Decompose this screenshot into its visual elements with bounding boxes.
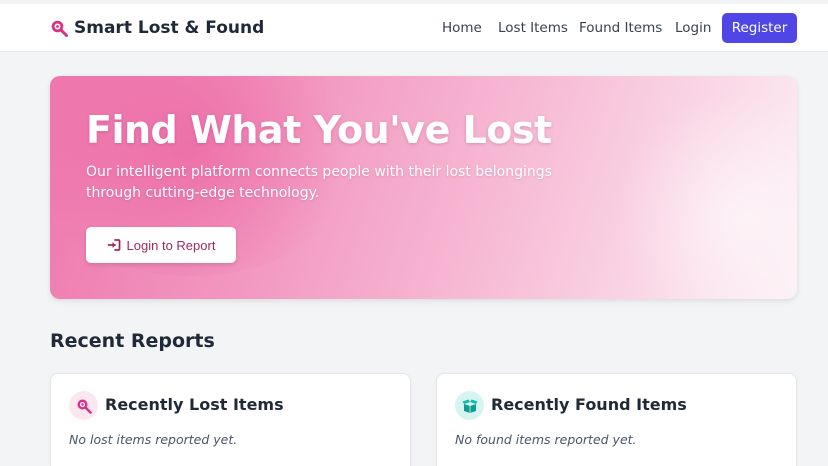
sign-in-icon (107, 239, 120, 251)
nav-link-login[interactable]: Login (675, 20, 711, 36)
login-to-report-label: Login to Report (126, 237, 216, 253)
recent-reports-title: Recent Reports (50, 330, 215, 352)
register-button[interactable]: Register (722, 13, 797, 43)
hero-title: Find What You've Lost (86, 108, 552, 152)
login-to-report-button[interactable]: Login to Report (86, 227, 236, 263)
recently-found-card: Recently Found Items No found items repo… (436, 373, 797, 466)
hero-subtitle: Our intelligent platform connects people… (86, 164, 552, 201)
found-empty-message: No found items reported yet. (455, 432, 637, 447)
magnifier-icon (51, 20, 68, 37)
lost-empty-message: No lost items reported yet. (69, 432, 238, 447)
box-open-icon (462, 399, 477, 413)
brand[interactable]: Smart Lost & Found (50, 17, 264, 39)
nav-link-found-items[interactable]: Found Items (579, 20, 662, 36)
magnifier-icon (77, 399, 92, 414)
recently-lost-title: Recently Lost Items (105, 395, 284, 414)
nav-link-home[interactable]: Home (442, 20, 482, 36)
hero-glow (610, 96, 797, 299)
lost-icon-badge (69, 391, 98, 420)
found-icon-badge (455, 391, 484, 420)
navbar: Smart Lost & Found Home Lost Items Found… (0, 4, 828, 52)
nav-link-lost-items[interactable]: Lost Items (498, 20, 568, 36)
brand-name: Smart Lost & Found (74, 18, 265, 38)
recently-found-title: Recently Found Items (491, 395, 687, 414)
recently-lost-card: Recently Lost Items No lost items report… (50, 373, 411, 466)
hero-banner: Find What You've Lost Our intelligent pl… (50, 76, 797, 299)
